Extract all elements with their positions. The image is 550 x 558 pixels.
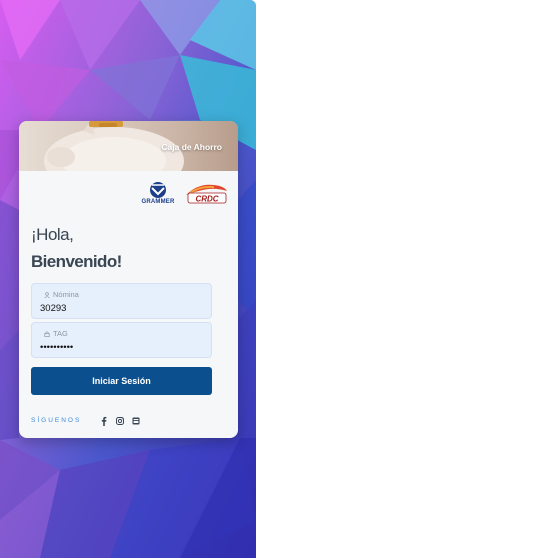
grammer-logo-text: GRAMMER xyxy=(141,199,175,205)
login-button[interactable]: Iniciar Sesión xyxy=(31,367,212,395)
tag-label-text: TAG xyxy=(53,329,68,338)
svg-text:CRDC: CRDC xyxy=(195,195,218,204)
crdc-logo-mark: CRDC xyxy=(186,184,227,204)
grammer-emblem-icon xyxy=(150,182,166,198)
social-label: SÍGUENOS xyxy=(31,417,82,424)
login-card: Caja de Ahorro GRAMMER CRDC ¡Hola, Bienv… xyxy=(19,121,238,438)
nomina-label: Nómina xyxy=(44,290,79,299)
background-panel: Caja de Ahorro GRAMMER CRDC ¡Hola, Bienv… xyxy=(0,0,256,558)
nomina-label-text: Nómina xyxy=(53,290,79,299)
greeting-line: ¡Hola, xyxy=(31,225,74,244)
nomina-input[interactable] xyxy=(40,301,200,315)
brand-logos: GRAMMER CRDC xyxy=(139,181,229,207)
tag-label: TAG xyxy=(44,329,68,338)
tag-field[interactable]: TAG xyxy=(31,322,212,358)
nomina-field[interactable]: Nómina xyxy=(31,283,212,319)
hero-banner: Caja de Ahorro xyxy=(19,121,238,171)
web-icon[interactable] xyxy=(131,416,141,426)
grammer-logo: GRAMMER xyxy=(139,181,177,207)
crdc-logo: CRDC xyxy=(184,181,229,207)
user-icon xyxy=(44,292,50,298)
welcome-title: Bienvenido! xyxy=(31,252,122,271)
lock-icon xyxy=(44,331,50,337)
hero-title: Caja de Ahorro xyxy=(161,142,222,152)
facebook-icon[interactable] xyxy=(99,416,109,426)
tag-input[interactable] xyxy=(40,340,200,354)
instagram-icon[interactable] xyxy=(115,416,125,426)
